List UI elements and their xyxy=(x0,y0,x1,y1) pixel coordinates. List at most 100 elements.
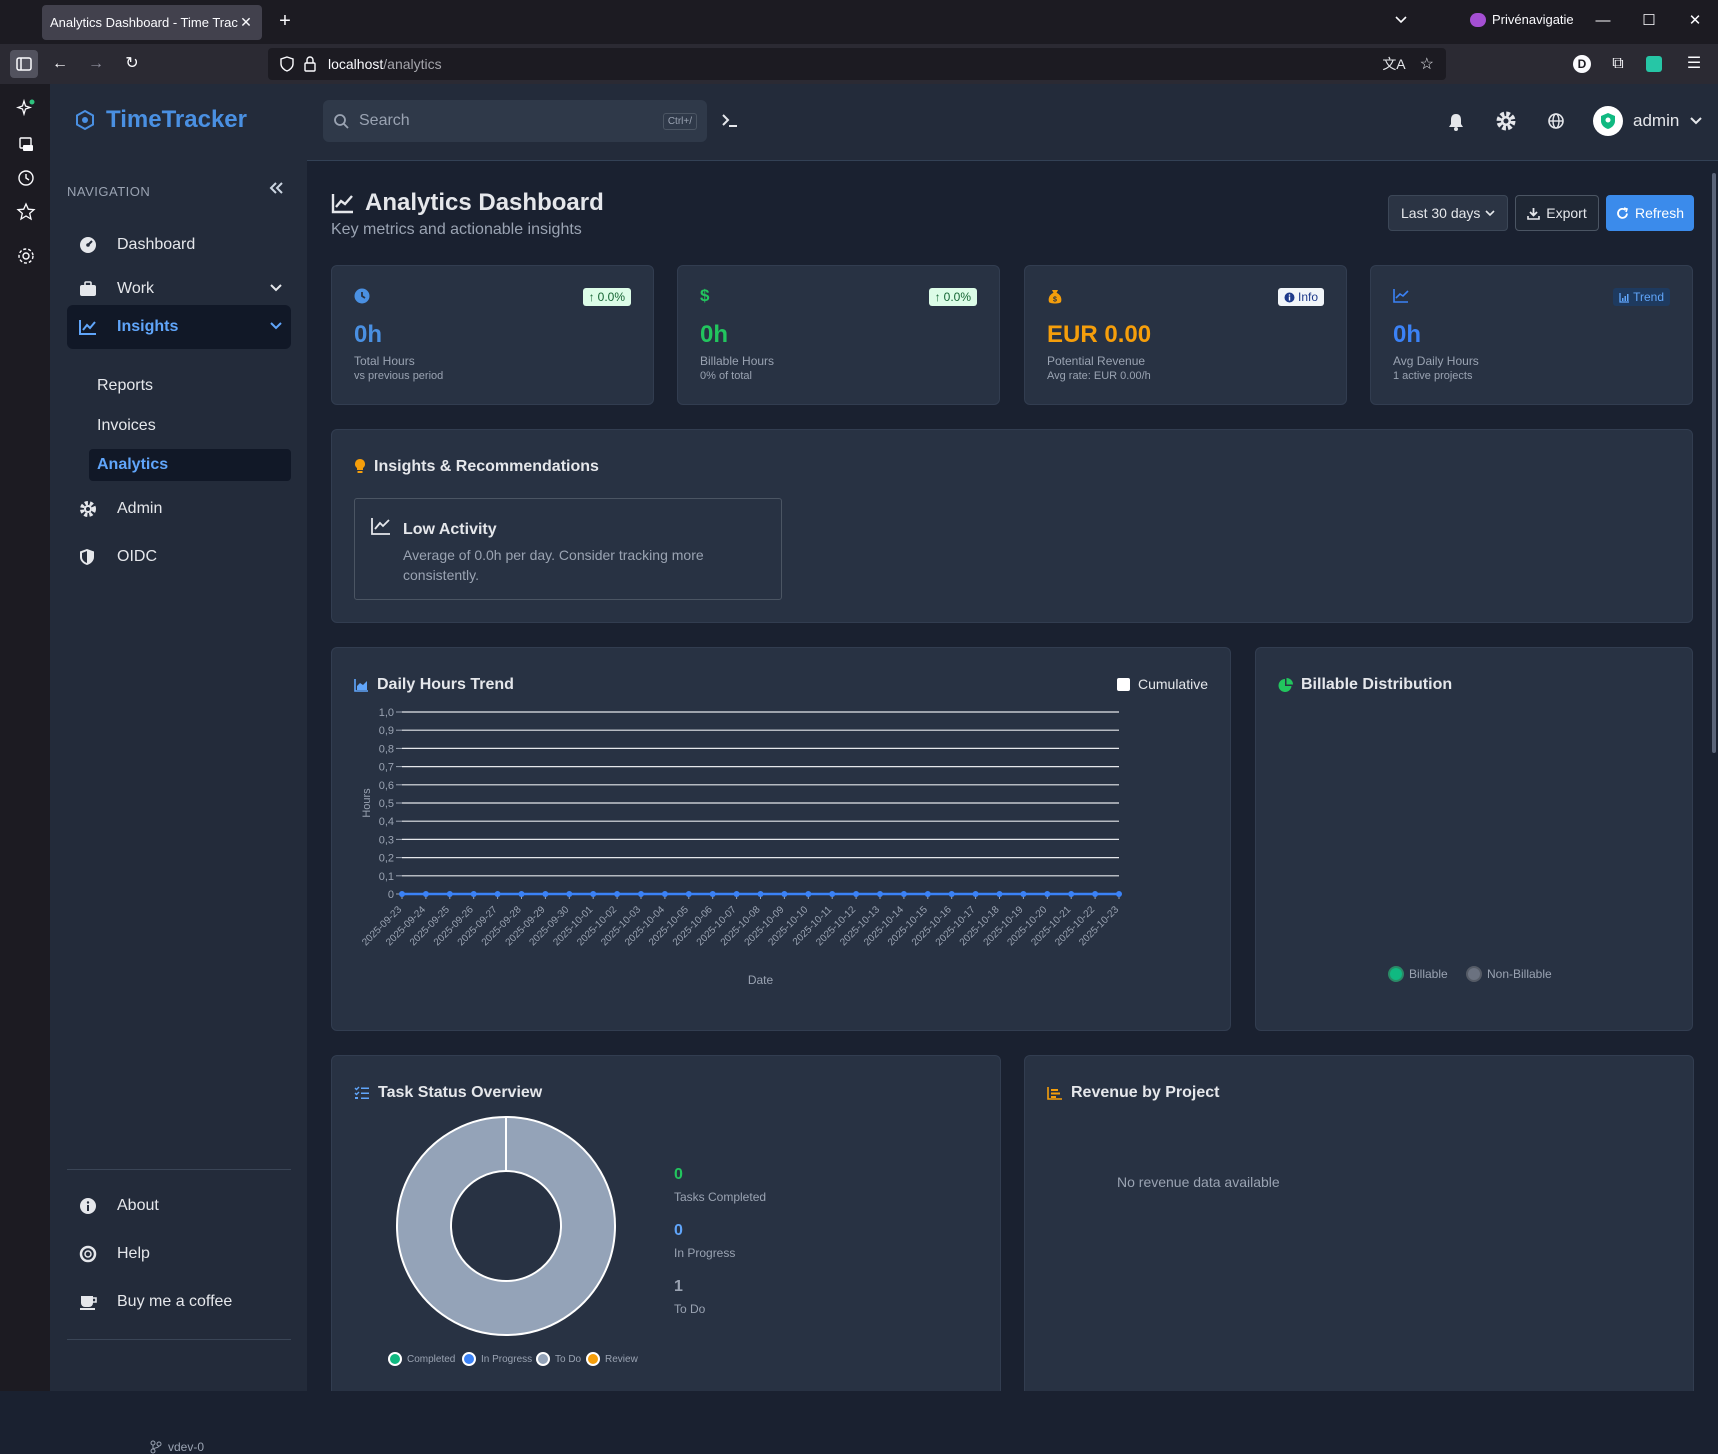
cumulative-toggle[interactable]: Cumulative xyxy=(1116,676,1208,692)
data-point xyxy=(733,891,740,897)
cumulative-label: Cumulative xyxy=(1137,676,1208,692)
data-point xyxy=(996,891,1003,897)
lock-icon[interactable] xyxy=(304,56,316,72)
revenue-empty-message: No revenue data available xyxy=(1117,1174,1280,1190)
address-bar[interactable]: localhost /analytics 文A ☆ xyxy=(268,48,1446,80)
new-tab-icon[interactable]: + xyxy=(274,10,296,32)
synced-tabs-icon[interactable] xyxy=(16,134,36,154)
sidebar-subitem-reports[interactable]: Reports xyxy=(89,371,291,401)
export-button[interactable]: Export xyxy=(1515,195,1599,231)
data-point xyxy=(638,891,644,897)
bookmarks-star-icon[interactable] xyxy=(16,202,36,222)
legend-item-billable[interactable]: Billable xyxy=(1388,966,1448,982)
minimize-icon[interactable]: — xyxy=(1588,8,1618,34)
task-list-icon xyxy=(354,1086,369,1099)
translate-icon[interactable]: 文A xyxy=(1382,54,1405,74)
data-point xyxy=(829,891,836,897)
ai-sparkle-icon[interactable] xyxy=(16,98,36,118)
browser-toolbar: ← → ↻ localhost /analytics 文A ☆ D ⧉ ☰ xyxy=(0,44,1718,84)
extensions-puzzle-icon[interactable]: ⧉ xyxy=(1604,50,1632,78)
sidebar-item-label: Help xyxy=(117,1245,150,1262)
sidebar-item-help[interactable]: Help xyxy=(67,1234,291,1274)
customize-gear-icon[interactable] xyxy=(16,246,36,266)
sidebar-toggle-icon[interactable] xyxy=(10,50,38,78)
date-range-select[interactable]: Last 30 days xyxy=(1388,195,1508,231)
legend-item-completed[interactable]: Completed xyxy=(388,1352,455,1366)
data-point xyxy=(1020,891,1027,897)
legend-label: Review xyxy=(605,1353,638,1365)
sidebar-item-about[interactable]: About xyxy=(67,1186,291,1226)
sidebar-subitem-label: Analytics xyxy=(97,456,169,473)
data-point xyxy=(1068,891,1075,897)
sidebar-subitem-invoices[interactable]: Invoices xyxy=(89,411,291,441)
shield-icon[interactable] xyxy=(280,56,294,72)
globe-icon[interactable] xyxy=(1547,112,1565,130)
close-tab-icon[interactable]: ✕ xyxy=(238,14,254,31)
user-menu[interactable]: admin xyxy=(1593,106,1703,136)
cumulative-checkbox[interactable] xyxy=(1116,677,1130,691)
sidebar-item-work[interactable]: Work xyxy=(67,269,291,309)
chevron-down-icon[interactable] xyxy=(269,319,283,333)
insight-item: Low Activity Average of 0.0h per day. Co… xyxy=(354,498,782,600)
data-point xyxy=(494,891,501,897)
private-label: Privénavigatie xyxy=(1492,12,1574,27)
sidebar-item-label: Buy me a coffee xyxy=(117,1293,233,1310)
sidebar-item-dashboard[interactable]: Dashboard xyxy=(67,225,291,265)
command-palette-icon[interactable] xyxy=(721,112,739,128)
extension-d-icon[interactable]: D xyxy=(1568,50,1596,78)
settings-gear-icon[interactable] xyxy=(1495,110,1517,132)
sidebar-subitem-analytics[interactable]: Analytics xyxy=(89,449,291,481)
y-tick-label: 0,6 xyxy=(379,780,394,792)
reload-icon[interactable]: ↻ xyxy=(118,50,146,78)
stat-sub: 1 active projects xyxy=(1393,370,1473,382)
task-stat-value: 1 xyxy=(674,1278,683,1295)
chevron-down-icon[interactable] xyxy=(1394,12,1408,26)
collapse-sidebar-icon[interactable] xyxy=(268,180,284,196)
bar-chart-icon xyxy=(1047,1087,1062,1100)
sidebar-subitem-label: Reports xyxy=(97,377,154,394)
close-window-icon[interactable]: ✕ xyxy=(1680,8,1710,34)
forward-icon[interactable]: → xyxy=(82,50,110,78)
back-icon[interactable]: ← xyxy=(46,50,74,78)
history-clock-icon[interactable] xyxy=(16,168,36,188)
app-version: vdev-0 xyxy=(150,1440,204,1454)
maximize-icon[interactable]: ☐ xyxy=(1634,8,1664,34)
data-point xyxy=(399,891,405,897)
search-input[interactable]: Search Ctrl+/ xyxy=(323,100,707,142)
insight-title: Low Activity xyxy=(403,521,497,538)
legend-item-non-billable[interactable]: Non-Billable xyxy=(1466,966,1552,982)
stat-label: Avg Daily Hours xyxy=(1393,354,1479,368)
page-title-text: Analytics Dashboard xyxy=(365,189,604,216)
sidebar-item-admin[interactable]: Admin xyxy=(67,489,291,529)
daily-hours-line-chart: 00,10,20,30,40,50,60,70,80,91,02025-09-2… xyxy=(360,707,1122,987)
menu-icon[interactable]: ☰ xyxy=(1680,50,1708,78)
sidebar-item-insights[interactable]: Insights xyxy=(67,305,291,349)
task-stat-completed: 0 Tasks Completed xyxy=(674,1166,766,1204)
sidebar-item-oidc[interactable]: OIDC xyxy=(67,537,291,577)
bookmark-star-icon[interactable]: ☆ xyxy=(1420,54,1434,74)
stat-value: 0h xyxy=(354,321,383,348)
legend-label: Billable xyxy=(1409,967,1448,981)
legend-item-in-progress[interactable]: In Progress xyxy=(462,1352,532,1366)
browser-sidebar xyxy=(0,84,50,1391)
legend-item-review[interactable]: Review xyxy=(586,1352,638,1366)
sidebar-item-coffee[interactable]: Buy me a coffee xyxy=(67,1282,291,1322)
legend-swatch xyxy=(462,1352,476,1366)
refresh-button[interactable]: Refresh xyxy=(1606,195,1694,231)
sidebar-item-label: About xyxy=(117,1197,159,1214)
revenue-by-project-card: Revenue by Project No revenue data avail… xyxy=(1024,1055,1694,1391)
chevron-down-icon[interactable] xyxy=(269,281,283,295)
browser-tab[interactable]: Analytics Dashboard - Time Tracker ✕ xyxy=(42,5,262,40)
brand-logo[interactable]: TimeTracker xyxy=(74,106,247,134)
bell-icon[interactable] xyxy=(1447,112,1465,132)
extension-green-icon[interactable] xyxy=(1640,50,1668,78)
y-tick-label: 0,7 xyxy=(379,762,394,774)
pie-chart-icon xyxy=(1278,677,1293,692)
data-point xyxy=(446,891,453,897)
data-point xyxy=(709,891,716,897)
stat-card-billable-hours: $ ↑ 0.0% 0h Billable Hours 0% of total xyxy=(677,265,1000,405)
stat-label: Billable Hours xyxy=(700,354,775,368)
legend-item-to-do[interactable]: To Do xyxy=(536,1352,581,1366)
y-tick-label: 0,8 xyxy=(379,743,394,755)
scrollbar[interactable] xyxy=(1712,173,1716,753)
